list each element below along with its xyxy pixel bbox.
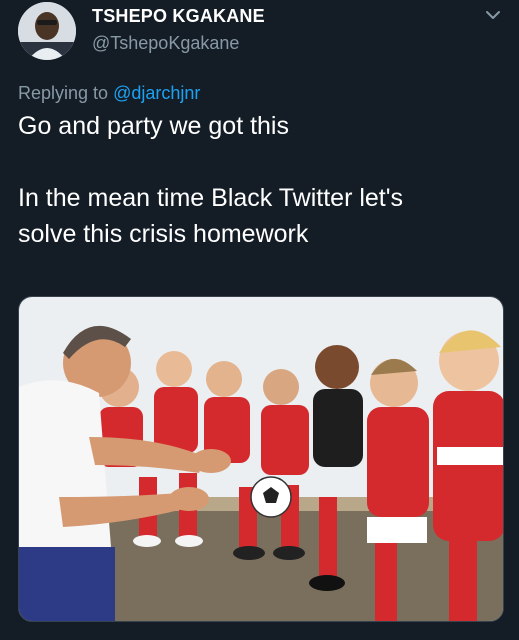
reply-mention-link[interactable]: @djarchjnr [113, 83, 200, 103]
tweet-text-line-1: Go and party we got this [18, 112, 289, 140]
avatar[interactable] [18, 2, 76, 60]
chevron-down-icon[interactable] [484, 6, 502, 24]
tweet-photo[interactable] [18, 296, 504, 622]
tweet-text-line-3: solve this crisis homework [18, 220, 309, 248]
team-huddle-illustration [19, 297, 503, 621]
tweet-text: Go and party we got this In the mean tim… [18, 108, 508, 252]
tweet-card: TSHEPO KGAKANE @TshepoKgakane Replying t… [0, 0, 519, 640]
avatar-image [18, 2, 76, 60]
display-name[interactable]: TSHEPO KGAKANE [92, 6, 265, 27]
tweet-text-line-2: In the mean time Black Twitter let's [18, 184, 404, 212]
user-handle[interactable]: @TshepoKgakane [92, 33, 239, 54]
replying-to: Replying to @djarchjnr [18, 83, 200, 104]
replying-to-label: Replying to [18, 83, 109, 103]
